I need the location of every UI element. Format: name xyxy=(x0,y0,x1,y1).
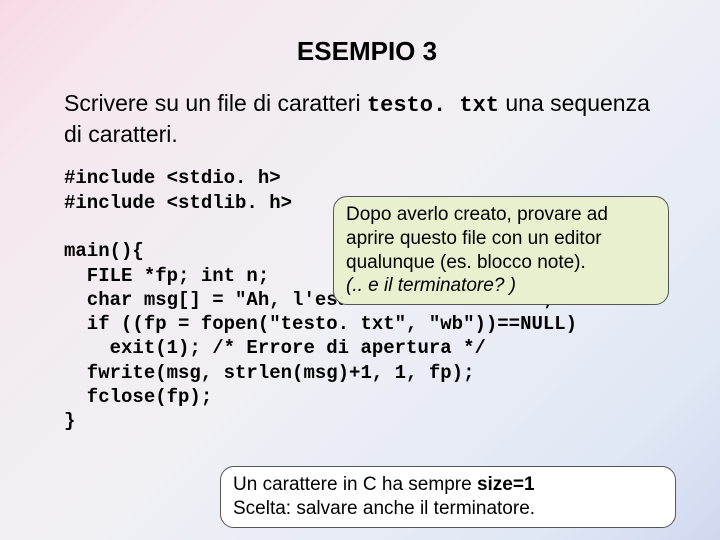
code-line-9: fwrite(msg, strlen(msg)+1, 1, fp); xyxy=(64,362,474,384)
code-line-4: main(){ xyxy=(64,240,144,262)
code-line-10: fclose(fp); xyxy=(64,386,212,408)
code-line-2: #include <stdlib. h> xyxy=(64,192,292,214)
code-line-7: if ((fp = fopen("testo. txt", "wb"))==NU… xyxy=(64,313,577,335)
intro-text: Scrivere su un file di caratteri testo. … xyxy=(64,89,670,148)
callout1-line1: Dopo averlo creato, provare ad xyxy=(346,204,608,225)
callout1-line4: (.. e il terminatore? ) xyxy=(346,275,516,296)
callout1-line3: qualunque (es. blocco note). xyxy=(346,252,586,273)
intro-part1: Scrivere su un file di caratteri xyxy=(64,90,367,116)
callout2-line1b: size=1 xyxy=(477,474,535,495)
code-line-5: FILE *fp; int n; xyxy=(64,265,269,287)
code-line-8: exit(1); /* Errore di apertura */ xyxy=(64,337,486,359)
callout-top: Dopo averlo creato, provare ad aprire qu… xyxy=(333,196,669,305)
code-line-1: #include <stdio. h> xyxy=(64,167,281,189)
callout2-line2: Scelta: salvare anche il terminatore. xyxy=(233,498,535,519)
callout1-line2: aprire questo file con un editor xyxy=(346,228,602,249)
intro-filename: testo. txt xyxy=(367,93,499,118)
callout2-line1a: Un carattere in C ha sempre xyxy=(233,474,477,495)
slide: ESEMPIO 3 Scrivere su un file di caratte… xyxy=(0,0,720,540)
callout-bottom: Un carattere in C ha sempre size=1 Scelt… xyxy=(220,466,676,528)
slide-title: ESEMPIO 3 xyxy=(64,36,670,67)
code-line-11: } xyxy=(64,410,75,432)
